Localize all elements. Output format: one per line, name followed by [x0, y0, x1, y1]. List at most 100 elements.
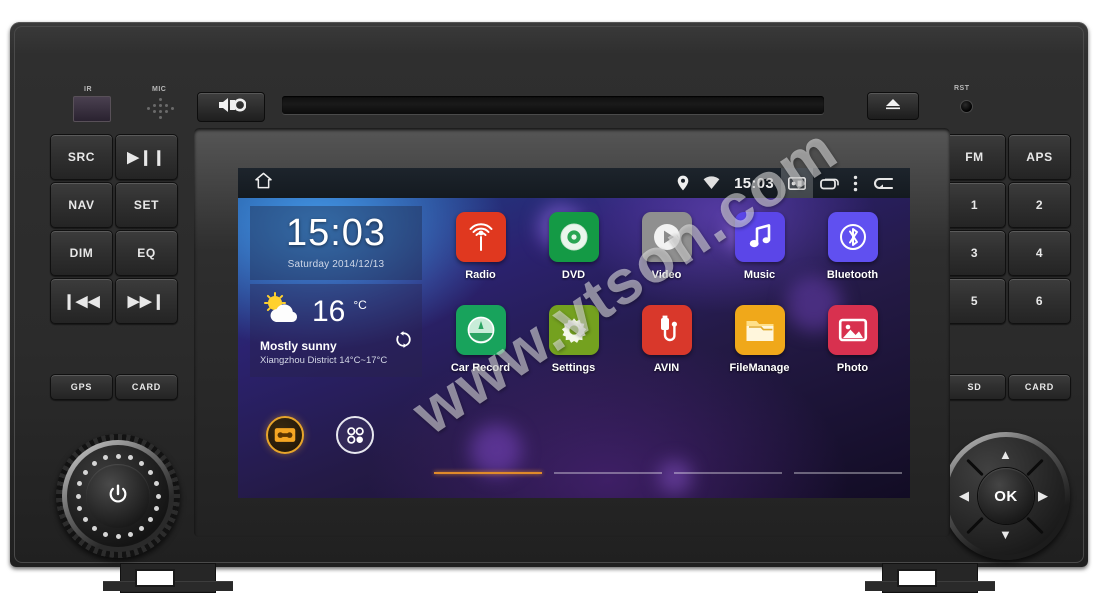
dpad-right-button[interactable]: ▶ — [1038, 489, 1048, 502]
wallpaper-orb — [470, 424, 522, 476]
dim-button[interactable]: DIM — [50, 230, 113, 276]
preset-3-button[interactable]: 3 — [943, 230, 1006, 276]
preset-2-button[interactable]: 2 — [1008, 182, 1071, 228]
fm-button[interactable]: FM — [943, 134, 1006, 180]
app-settings[interactable]: Settings — [527, 305, 620, 374]
app-row-2: Car Record Settings AVIN FileManage Photo — [434, 305, 902, 374]
dpad-down-button[interactable]: ▼ — [999, 528, 1012, 541]
power-button[interactable] — [86, 464, 150, 528]
app-photo[interactable]: Photo — [806, 305, 899, 374]
sun-behind-cloud-icon — [260, 292, 304, 331]
app-video[interactable]: Video — [620, 212, 713, 281]
app-row-1: Radio DVD Video Music Bluetooth — [434, 212, 902, 281]
recent-apps-icon[interactable] — [820, 176, 839, 190]
app-avin-label: AVIN — [653, 362, 680, 374]
speaker-mute-icon — [216, 97, 247, 118]
reset-button[interactable] — [960, 100, 973, 113]
disc-slot — [282, 96, 824, 114]
wifi-icon — [703, 176, 720, 190]
card-button[interactable]: CARD — [115, 374, 178, 400]
mounting-bracket-right — [865, 563, 995, 593]
clock-widget-date: Saturday 2014/12/13 — [287, 259, 385, 270]
weather-unit: °C — [353, 298, 367, 312]
src-button[interactable]: SRC — [50, 134, 113, 180]
microphone-grille — [147, 98, 175, 122]
refresh-icon[interactable] — [395, 331, 412, 353]
overflow-menu-icon[interactable] — [853, 175, 858, 192]
dock-radio-icon[interactable] — [266, 416, 304, 454]
photo-image-icon — [827, 305, 878, 355]
app-dvd[interactable]: DVD — [527, 212, 620, 281]
app-dvd-label: DVD — [561, 269, 586, 281]
weather-location-range: Xiangzhou District 14°C~17°C — [260, 355, 388, 366]
clock-widget[interactable]: 15:03 Saturday 2014/12/13 — [250, 206, 422, 280]
preset-1-button[interactable]: 1 — [943, 182, 1006, 228]
dock-app-drawer-icon[interactable] — [336, 416, 374, 454]
app-radio-label: Radio — [465, 269, 496, 281]
volume-power-knob[interactable] — [56, 434, 180, 558]
ok-button[interactable]: OK — [978, 468, 1034, 524]
app-car-record-label: Car Record — [450, 362, 511, 374]
app-music[interactable]: Music — [713, 212, 806, 281]
gear-icon — [548, 305, 599, 355]
previous-track-button[interactable]: ❙◀◀ — [50, 278, 113, 324]
eject-icon — [884, 97, 902, 115]
rst-label: RST — [954, 85, 970, 92]
app-grid: Radio DVD Video Music Bluetooth Car Record Se… — [434, 212, 902, 374]
app-avin[interactable]: AVIN — [620, 305, 713, 374]
page-dot-1[interactable] — [434, 472, 542, 474]
eject-button[interactable] — [867, 92, 919, 120]
navigation-dpad[interactable]: ▲ ▼ ◀ ▶ OK — [942, 432, 1070, 560]
page-indicator — [434, 472, 902, 474]
app-car-record[interactable]: Car Record — [434, 305, 527, 374]
power-icon — [107, 483, 129, 510]
play-pause-button[interactable]: ▶❙❙ — [115, 134, 178, 180]
bluetooth-icon — [827, 212, 878, 262]
screenshot-icon[interactable] — [781, 168, 813, 198]
page-dot-2[interactable] — [554, 472, 662, 474]
widget-column: 15:03 Saturday 2014/12/13 16 °C Mostly s… — [250, 206, 422, 377]
page-dot-4[interactable] — [794, 472, 902, 474]
app-bluetooth[interactable]: Bluetooth — [806, 212, 899, 281]
app-bluetooth-label: Bluetooth — [826, 269, 879, 281]
location-pin-icon — [677, 175, 689, 191]
dpad-up-button[interactable]: ▲ — [999, 448, 1012, 461]
car-head-unit-chassis: IR MIC RST SRC ▶❙❙ NAV SET DIM EQ ❙◀◀ ▶▶❙ GPS CA… — [10, 22, 1088, 593]
app-music-label: Music — [743, 269, 776, 281]
mounting-bracket-left — [103, 563, 233, 593]
touchscreen[interactable]: 15:03 15:03 Saturday 2014/12/13 16 °C Mo… — [238, 168, 910, 498]
status-clock: 15:03 — [734, 174, 774, 192]
app-radio[interactable]: Radio — [434, 212, 527, 281]
status-bar-right-group: 15:03 — [670, 168, 910, 198]
card-slot-button[interactable]: CARD — [1008, 374, 1071, 400]
weather-temperature: 16 — [312, 294, 346, 328]
home-icon[interactable] — [254, 171, 273, 195]
preset-4-button[interactable]: 4 — [1008, 230, 1071, 276]
app-photo-label: Photo — [836, 362, 869, 374]
play-circle-icon — [641, 212, 692, 262]
preset-6-button[interactable]: 6 — [1008, 278, 1071, 324]
app-file-manager[interactable]: FileManage — [713, 305, 806, 374]
right-button-panel: FM APS 1 2 3 4 5 6 — [943, 134, 1071, 324]
sd-button[interactable]: SD — [943, 374, 1006, 400]
gps-button[interactable]: GPS — [50, 374, 113, 400]
mic-label: MIC — [152, 86, 167, 93]
left-small-button-row: GPS CARD — [50, 374, 178, 400]
preset-5-button[interactable]: 5 — [943, 278, 1006, 324]
page-dot-3[interactable] — [674, 472, 782, 474]
dashcam-icon — [455, 305, 506, 355]
back-icon[interactable] — [872, 176, 894, 191]
aps-button[interactable]: APS — [1008, 134, 1071, 180]
nav-button[interactable]: NAV — [50, 182, 113, 228]
set-button[interactable]: SET — [115, 182, 178, 228]
app-settings-label: Settings — [551, 362, 596, 374]
mute-button[interactable] — [197, 92, 265, 122]
left-button-panel: SRC ▶❙❙ NAV SET DIM EQ ❙◀◀ ▶▶❙ — [50, 134, 178, 324]
weather-widget[interactable]: 16 °C Mostly sunny Xiangzhou District 14… — [250, 284, 422, 377]
next-track-button[interactable]: ▶▶❙ — [115, 278, 178, 324]
app-file-manager-label: FileManage — [729, 362, 790, 374]
eq-button[interactable]: EQ — [115, 230, 178, 276]
dpad-left-button[interactable]: ◀ — [959, 489, 969, 502]
screen-dock — [252, 416, 420, 454]
status-bar: 15:03 — [238, 168, 910, 198]
